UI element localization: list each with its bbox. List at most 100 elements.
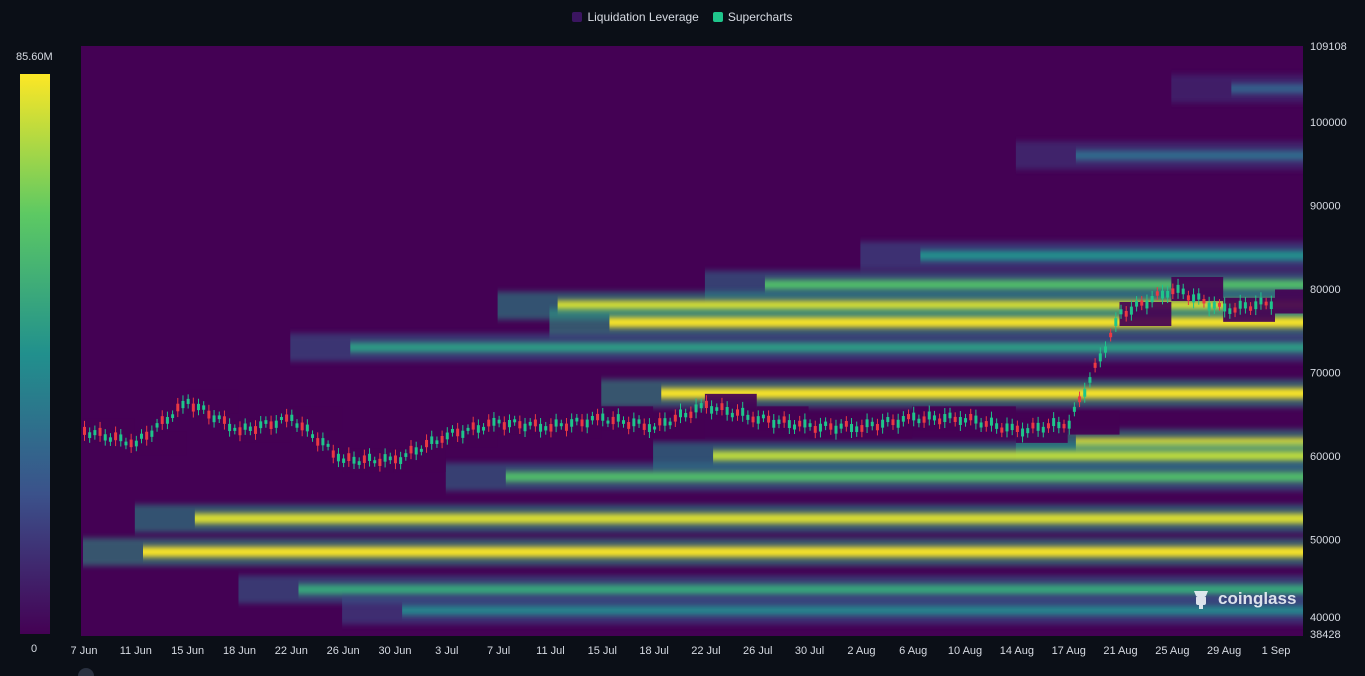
candle-body-5-8 <box>383 454 387 462</box>
candle-body-0-9 <box>129 439 133 448</box>
candle-body-5-2 <box>352 456 356 464</box>
candle-body-9-4 <box>570 419 574 427</box>
candle-body-18-2 <box>1026 428 1030 434</box>
candle-body-17-6 <box>995 423 999 429</box>
candle-body-1-0 <box>134 440 138 447</box>
candle-body-22-1 <box>1228 308 1232 314</box>
candle-body-16-4 <box>932 415 936 421</box>
candle-body-4-6 <box>321 438 325 446</box>
x-tick-label: 18 Jul <box>639 645 668 657</box>
candle-body-17-0 <box>964 418 968 423</box>
candle-body-4-8 <box>331 450 335 458</box>
candle-body-7-4 <box>466 427 470 431</box>
candle-body-8-4 <box>518 421 522 429</box>
candle-body-2-7 <box>222 416 226 424</box>
candle-body-7-8 <box>487 419 491 427</box>
candle-body-6-3 <box>409 445 413 454</box>
candle-body-8-9 <box>544 426 548 431</box>
candle-body-3-5 <box>264 420 268 424</box>
x-tick-label: 25 Aug <box>1155 645 1189 657</box>
candle-body-21-6 <box>1202 298 1206 304</box>
candle-body-7-2 <box>456 428 460 437</box>
candle-body-16-9 <box>958 417 962 425</box>
candle-body-6-9 <box>440 435 444 443</box>
candle-body-13-7 <box>793 424 797 430</box>
candle-body-14-4 <box>829 423 833 430</box>
candle-body-6-1 <box>399 457 403 464</box>
candle-body-0-3 <box>98 427 102 436</box>
candle-body-17-4 <box>984 421 988 427</box>
candle-body-11-3 <box>668 421 672 426</box>
candle-body-13-4 <box>777 419 781 424</box>
candle-body-14-8 <box>850 424 854 433</box>
candle-body-14-5 <box>834 425 838 434</box>
candle-body-12-4 <box>725 407 729 415</box>
candle-body-5-6 <box>373 460 377 464</box>
candle-body-9-3 <box>564 423 568 431</box>
candle-body-2-1 <box>191 403 195 412</box>
candle-body-19-3 <box>1083 388 1087 397</box>
candle-body-18-8 <box>1057 421 1061 429</box>
candle-body-13-1 <box>761 414 765 419</box>
candle-body-14-2 <box>818 423 822 432</box>
candle-body-7-0 <box>445 432 449 440</box>
x-tick-label: 26 Jun <box>327 645 360 657</box>
candle-body-20-0 <box>1119 309 1123 315</box>
candle-body-8-3 <box>513 419 517 423</box>
candle-body-20-9 <box>1166 290 1170 298</box>
candle-body-7-7 <box>482 426 486 431</box>
candle-body-19-8 <box>1109 332 1113 338</box>
candle-body-3-7 <box>274 420 278 428</box>
candle-body-18-7 <box>1052 418 1056 427</box>
candle-body-11-4 <box>673 414 677 422</box>
candle-body-0-0 <box>83 426 86 435</box>
candle-body-9-9 <box>596 413 600 421</box>
x-tick-label: 11 Jun <box>120 645 152 657</box>
candle-body-3-1 <box>243 423 247 430</box>
candle-body-9-8 <box>590 416 594 421</box>
candle-body-15-1 <box>865 419 869 428</box>
candle-body-1-8 <box>176 403 180 412</box>
candle-body-22-9 <box>1269 301 1273 310</box>
candle-body-17-3 <box>979 422 983 428</box>
candle-body-14-0 <box>808 423 812 427</box>
price-channel-12 <box>704 393 757 418</box>
candle-body-12-9 <box>751 416 755 423</box>
candle-body-2-3 <box>202 405 206 410</box>
y-axis: 109108 100000 90000 80000 70000 60000 50000 400… <box>1310 41 1347 641</box>
candle-body-7-9 <box>492 417 496 426</box>
liquidation-heatmap-chart[interactable]: 85.60M 0 7 Jun 11 Jun 15 Jun 18 Jun 22 Jun 26… <box>0 0 1365 676</box>
x-tick-label: 26 Jul <box>743 645 772 657</box>
price-channel-23 <box>1275 289 1303 314</box>
candle-body-10-2 <box>611 416 615 425</box>
candle-body-1-7 <box>171 414 175 419</box>
heatmap-band-14 <box>402 605 1303 616</box>
y-tick-label: 50000 <box>1310 534 1341 546</box>
x-tick-label: 30 Jul <box>795 645 824 657</box>
candle-body-16-5 <box>938 418 942 425</box>
candle-body-8-7 <box>533 419 537 427</box>
candle-body-7-5 <box>471 422 475 430</box>
heatmap-band-1 <box>1075 150 1303 161</box>
x-tick-label: 14 Aug <box>1000 645 1034 657</box>
candle-body-1-9 <box>181 400 185 409</box>
candle-body-14-7 <box>844 420 848 427</box>
candle-body-6-6 <box>425 439 429 448</box>
x-tick-label: 18 Jun <box>223 645 256 657</box>
x-tick-label: 22 Jun <box>275 645 308 657</box>
candle-body-22-4 <box>1243 302 1247 309</box>
candle-body-19-4 <box>1088 377 1092 383</box>
candle-body-3-6 <box>269 421 273 429</box>
candle-body-3-4 <box>259 421 263 429</box>
candle-body-4-2 <box>300 422 304 431</box>
candle-body-15-8 <box>901 416 905 422</box>
candle-body-0-6 <box>114 432 118 441</box>
x-tick-label: 2 Aug <box>847 645 875 657</box>
candle-body-6-7 <box>430 436 434 444</box>
candle-body-17-8 <box>1005 423 1009 432</box>
candle-body-10-0 <box>601 413 605 421</box>
candle-body-22-0 <box>1223 303 1227 312</box>
candle-body-4-0 <box>290 414 294 422</box>
candle-body-6-0 <box>393 455 397 464</box>
candle-body-15-7 <box>896 419 900 428</box>
